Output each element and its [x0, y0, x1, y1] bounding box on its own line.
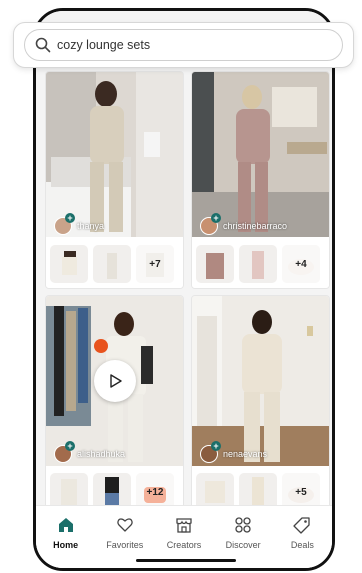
follow-plus-icon[interactable]: + — [211, 213, 221, 223]
home-indicator — [136, 559, 236, 562]
nav-label: Home — [53, 540, 79, 550]
follow-plus-icon[interactable]: + — [65, 441, 75, 451]
product-thumbs: +4 — [192, 240, 329, 288]
product-thumb-more[interactable]: +7 — [136, 245, 174, 283]
avatar[interactable]: + — [200, 441, 221, 463]
product-thumbs: +7 — [46, 240, 183, 288]
product-thumb[interactable] — [50, 245, 88, 283]
tag-icon — [293, 517, 310, 534]
creator-name: thanya — [77, 221, 105, 231]
nav-label: Discover — [225, 540, 261, 550]
creator-name: alishadhuka — [77, 449, 126, 459]
product-thumb-more[interactable]: +4 — [282, 245, 320, 283]
nav-home[interactable]: Home — [39, 516, 93, 568]
home-icon — [58, 518, 73, 532]
search-input[interactable] — [57, 38, 307, 52]
heart-icon — [117, 518, 133, 532]
grid-circles-icon — [235, 517, 251, 533]
post-card[interactable]: + thanya +7 — [45, 71, 184, 289]
nav-label: Favorites — [106, 540, 144, 550]
creator-tag[interactable]: + christinebarraco — [200, 213, 288, 235]
bottom-nav: Home Favorites Creators Discover Deals — [36, 505, 332, 568]
more-count: +4 — [282, 245, 320, 283]
creator-name: christinebarraco — [223, 221, 288, 231]
product-thumb[interactable] — [93, 245, 131, 283]
phone-frame: + thanya +7 + christinebarraco +4 + alis… — [33, 8, 335, 571]
avatar[interactable]: + — [200, 213, 221, 235]
avatar[interactable]: + — [54, 213, 75, 235]
play-icon — [110, 374, 122, 388]
search-icon — [35, 37, 51, 53]
feed-screen[interactable]: + thanya +7 + christinebarraco +4 + alis… — [36, 11, 332, 568]
app-stage: + thanya +7 — [0, 0, 362, 573]
storefront-icon — [176, 518, 192, 533]
product-thumb[interactable] — [239, 245, 277, 283]
post-card[interactable]: + alishadhuka +12 — [45, 295, 184, 513]
creator-tag[interactable]: + alishadhuka — [54, 441, 126, 463]
search-field-wrapper[interactable] — [24, 29, 343, 61]
follow-plus-icon[interactable]: + — [65, 213, 75, 223]
follow-plus-icon[interactable]: + — [211, 441, 221, 451]
play-button[interactable] — [94, 360, 136, 402]
avatar[interactable]: + — [54, 441, 75, 463]
search-bar[interactable] — [13, 22, 354, 68]
post-card[interactable]: + nenaevans +5 — [191, 295, 330, 513]
nav-label: Deals — [290, 540, 314, 550]
nav-label: Creators — [166, 540, 202, 550]
product-thumb[interactable] — [196, 245, 234, 283]
nav-deals[interactable]: Deals — [275, 516, 329, 568]
creator-tag[interactable]: + thanya — [54, 213, 105, 235]
creator-name: nenaevans — [223, 449, 268, 459]
creator-tag[interactable]: + nenaevans — [200, 441, 268, 463]
more-count: +7 — [136, 245, 174, 283]
post-card[interactable]: + christinebarraco +4 — [191, 71, 330, 289]
